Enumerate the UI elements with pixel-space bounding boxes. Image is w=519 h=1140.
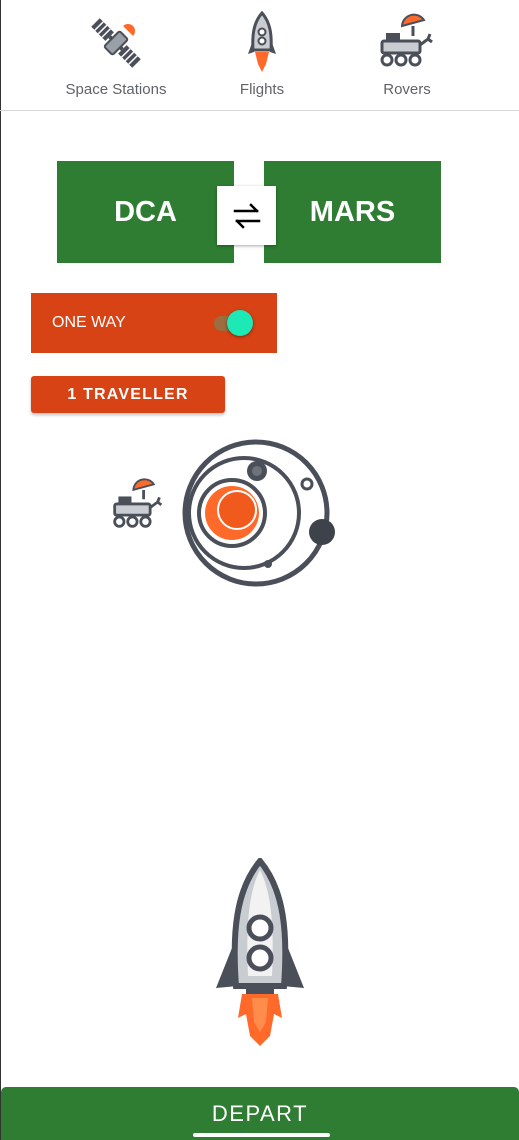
rover-icon [332,10,482,76]
destination-button[interactable]: MARS [264,161,441,263]
tab-label: Flights [239,81,285,98]
home-indicator [193,1133,330,1137]
rocket-icon [187,10,337,76]
satellite-icon [41,10,191,76]
one-way-toggle-thumb[interactable] [227,310,253,336]
one-way-option[interactable]: ONE WAY [31,293,277,353]
origin-button[interactable]: DCA [57,161,234,263]
screen-edge [0,0,1,1140]
one-way-label: ONE WAY [52,314,126,331]
top-tab-bar: Space Stations Flights Rovers [0,0,519,111]
tab-flights[interactable]: Flights [187,0,337,110]
tab-label: Space Stations [65,81,167,98]
traveller-button[interactable]: 1 TRAVELLER [31,376,225,413]
swap-arrows-icon [233,202,260,229]
tab-space-stations[interactable]: Space Stations [41,0,191,110]
tab-rovers[interactable]: Rovers [332,0,482,110]
tab-label: Rovers [383,81,431,98]
swap-button[interactable] [217,186,276,245]
rocket-icon [216,858,304,1046]
mars-orbit-icon [182,439,335,587]
rover-icon [113,478,163,528]
